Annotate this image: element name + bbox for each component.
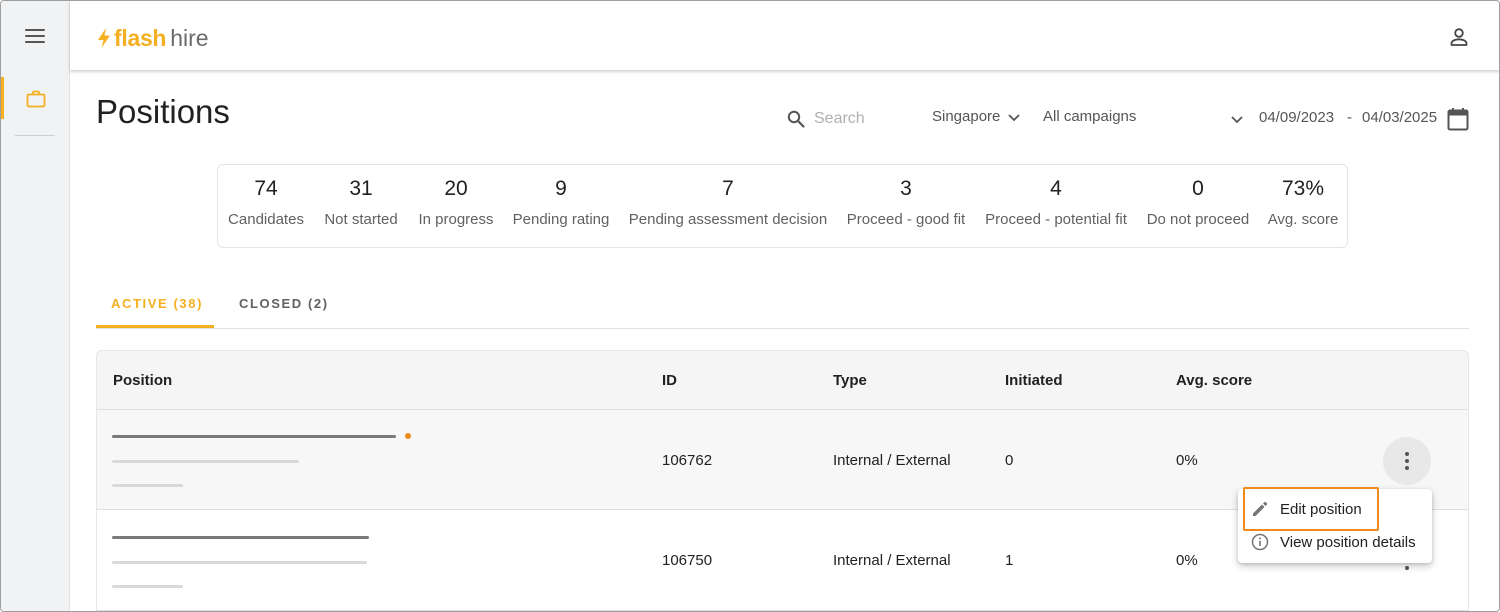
tabs-divider — [96, 328, 1469, 329]
tab-active[interactable]: ACTIVE (38) — [111, 296, 203, 311]
stat-value: 73% — [1281, 177, 1325, 200]
stat-label: Avg. score — [1267, 211, 1339, 228]
menu-item-label: View position details — [1280, 533, 1416, 551]
calendar-icon — [1447, 108, 1469, 131]
position-subtitle-placeholder — [112, 561, 367, 564]
position-subtitle-placeholder — [112, 460, 299, 463]
date-separator: - — [1347, 109, 1352, 126]
page-title: Positions — [96, 93, 230, 130]
column-header-initiated[interactable]: Initiated — [1005, 372, 1063, 389]
cell-initiated: 0 — [1005, 452, 1014, 469]
position-title-placeholder — [112, 435, 396, 438]
sidebar-item-positions[interactable] — [17, 81, 55, 117]
positions-table: Position ID Type Initiated Avg. score 10… — [96, 350, 1469, 611]
stat-value: 4 — [1050, 177, 1062, 200]
stat-do-not-proceed: 0 Do not proceed — [1147, 165, 1250, 229]
campaign-select[interactable]: All campaigns — [1043, 108, 1243, 125]
stat-value: 9 — [555, 177, 567, 200]
new-indicator-dot — [405, 433, 411, 439]
cell-id: 106750 — [662, 552, 713, 569]
stat-not-started: 31 Not started — [324, 165, 397, 229]
stat-proceed-good-fit: 3 Proceed - good fit — [847, 165, 965, 229]
cell-avg-score: 0% — [1176, 452, 1198, 469]
search-box[interactable] — [787, 107, 907, 131]
calendar-button[interactable] — [1447, 107, 1469, 131]
campaign-select-value: All campaigns — [1043, 108, 1137, 125]
stat-value: 20 — [444, 177, 468, 200]
user-icon — [1450, 28, 1468, 46]
stat-value: 7 — [722, 177, 734, 200]
chevron-down-icon — [1231, 116, 1243, 124]
tab-closed[interactable]: CLOSED (2) — [239, 296, 329, 311]
stat-value: 31 — [349, 177, 373, 200]
row-actions-menu: Edit position View position details — [1238, 489, 1432, 563]
position-meta-placeholder — [112, 585, 183, 588]
chevron-down-icon — [1008, 113, 1021, 121]
country-select[interactable]: Singapore — [932, 108, 1022, 125]
date-to[interactable]: 04/03/2025 — [1362, 109, 1437, 126]
stat-label: Do not proceed — [1146, 211, 1250, 228]
nav-active-indicator — [1, 77, 4, 119]
country-select-value: Singapore — [932, 108, 1001, 125]
stat-label: Not started — [324, 211, 398, 228]
cell-id: 106762 — [662, 452, 713, 469]
logo-hire: hire — [170, 25, 209, 51]
cell-type: Internal / External — [833, 452, 951, 469]
row-more-button[interactable] — [1383, 437, 1431, 485]
search-icon — [787, 110, 805, 128]
stat-label: Proceed - potential fit — [985, 211, 1127, 228]
column-header-position[interactable]: Position — [113, 372, 172, 389]
cell-avg-score: 0% — [1176, 552, 1198, 569]
position-title-placeholder — [112, 536, 369, 539]
sidebar — [1, 1, 70, 611]
stat-value: 0 — [1192, 177, 1204, 200]
menu-icon[interactable] — [25, 29, 45, 45]
stat-value: 74 — [254, 177, 278, 200]
date-from[interactable]: 04/09/2023 — [1259, 109, 1334, 126]
menu-item-edit-position[interactable]: Edit position — [1238, 493, 1432, 525]
stat-label: Candidates — [228, 211, 304, 228]
stat-label: In progress — [418, 211, 494, 228]
table-header: Position ID Type Initiated Avg. score — [97, 351, 1468, 410]
stat-avg-score: 73% Avg. score — [1268, 165, 1339, 229]
logo: flash hire — [96, 23, 209, 53]
more-vert-icon — [1405, 452, 1409, 470]
app-window: flash hire Positions Singapore All campa… — [0, 0, 1500, 612]
stat-label: Proceed - good fit — [846, 211, 966, 228]
account-button[interactable] — [1447, 25, 1471, 49]
stat-label: Pending rating — [512, 211, 610, 228]
pencil-icon — [1250, 499, 1270, 519]
column-header-avg-score[interactable]: Avg. score — [1176, 372, 1252, 389]
logo-flash: flash — [114, 25, 167, 51]
stat-pending-rating: 9 Pending rating — [513, 165, 610, 229]
stats-summary: 74 Candidates 31 Not started 20 In progr… — [217, 164, 1348, 248]
menu-item-label: Edit position — [1280, 500, 1362, 518]
search-input[interactable] — [814, 110, 904, 128]
info-icon — [1250, 532, 1270, 552]
app-header: flash hire — [70, 1, 1499, 70]
sidebar-divider — [15, 135, 55, 136]
menu-item-view-position-details[interactable]: View position details — [1238, 526, 1432, 558]
stat-proceed-potential-fit: 4 Proceed - potential fit — [985, 165, 1127, 229]
bolt-icon — [98, 28, 110, 48]
position-meta-placeholder — [112, 484, 183, 487]
stat-label: Pending assessment decision — [628, 211, 828, 228]
column-header-id[interactable]: ID — [662, 372, 677, 389]
briefcase-icon — [26, 90, 46, 108]
stat-pending-assessment-decision: 7 Pending assessment decision — [629, 165, 827, 229]
stat-in-progress: 20 In progress — [418, 165, 493, 229]
cell-initiated: 1 — [1005, 552, 1014, 569]
tab-active-indicator — [96, 325, 214, 328]
stat-candidates: 74 Candidates — [228, 165, 304, 229]
column-header-type[interactable]: Type — [833, 372, 867, 389]
stat-value: 3 — [900, 177, 912, 200]
cell-type: Internal / External — [833, 552, 951, 569]
